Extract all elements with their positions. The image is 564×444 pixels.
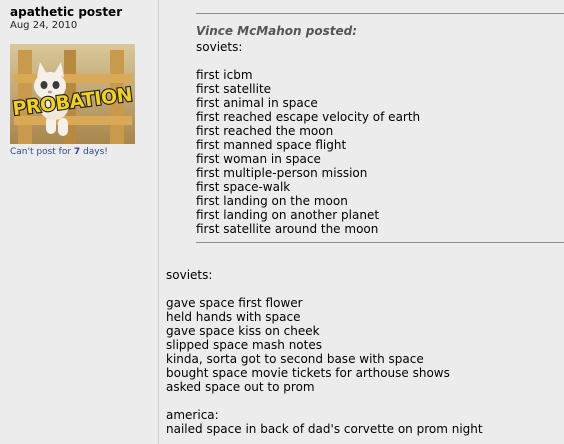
quote-list-item: first animal in space [196, 96, 318, 110]
quote-list-item: first icbm [196, 68, 253, 82]
column-divider [158, 0, 159, 444]
quote-block: Vince McMahon posted: soviets: first icb… [196, 13, 564, 243]
quote-intro: soviets: [196, 40, 243, 54]
quote-list-item: first multiple-person mission [196, 166, 368, 180]
quote-list: first icbm first satellite first animal … [196, 68, 420, 236]
quote-list-item: first landing on another planet [196, 208, 380, 222]
user-info-column: apathetic poster Aug 24, 2010 PROBATION … [0, 0, 158, 444]
quote-list-item: first landing on the moon [196, 194, 348, 208]
quote-list-item: first satellite around the moon [196, 222, 379, 236]
quote-list-item: first manned space flight [196, 138, 347, 152]
reply-soviets-heading: soviets: [166, 268, 213, 282]
quote-list-item: first reached escape velocity of earth [196, 110, 421, 124]
reply-soviets-item: held hands with space [166, 310, 301, 324]
reply-america-heading: america: [166, 408, 219, 422]
probation-notice[interactable]: Can't post for 7 days! [10, 147, 108, 158]
forum-post: apathetic poster Aug 24, 2010 PROBATION … [0, 0, 564, 444]
quote-list-item: first satellite [196, 82, 272, 96]
reply-america-item: nailed space in back of dad's corvette o… [166, 422, 483, 436]
reply-soviets-item: kinda, sorta got to second base with spa… [166, 352, 424, 366]
username[interactable]: apathetic poster [10, 5, 122, 19]
reply-soviets-item: slipped space mash notes [166, 338, 322, 352]
quote-list-item: first woman in space [196, 152, 321, 166]
probation-notice-prefix: Can't post for [10, 147, 74, 157]
join-date: Aug 24, 2010 [10, 20, 78, 31]
reply-soviets-item: asked space out to prom [166, 380, 315, 394]
quote-list-item: first reached the moon [196, 124, 334, 138]
user-avatar: PROBATION [10, 44, 135, 144]
quote-author[interactable]: Vince McMahon posted: [196, 24, 357, 38]
probation-notice-suffix: days! [80, 147, 108, 157]
post-body: soviets: gave space first flower held ha… [166, 268, 556, 436]
reply-soviets-item: gave space first flower [166, 296, 303, 310]
quote-list-item: first space-walk [196, 180, 291, 194]
reply-soviets-item: bought space movie tickets for arthouse … [166, 366, 450, 380]
reply-soviets-item: gave space kiss on cheek [166, 324, 320, 338]
